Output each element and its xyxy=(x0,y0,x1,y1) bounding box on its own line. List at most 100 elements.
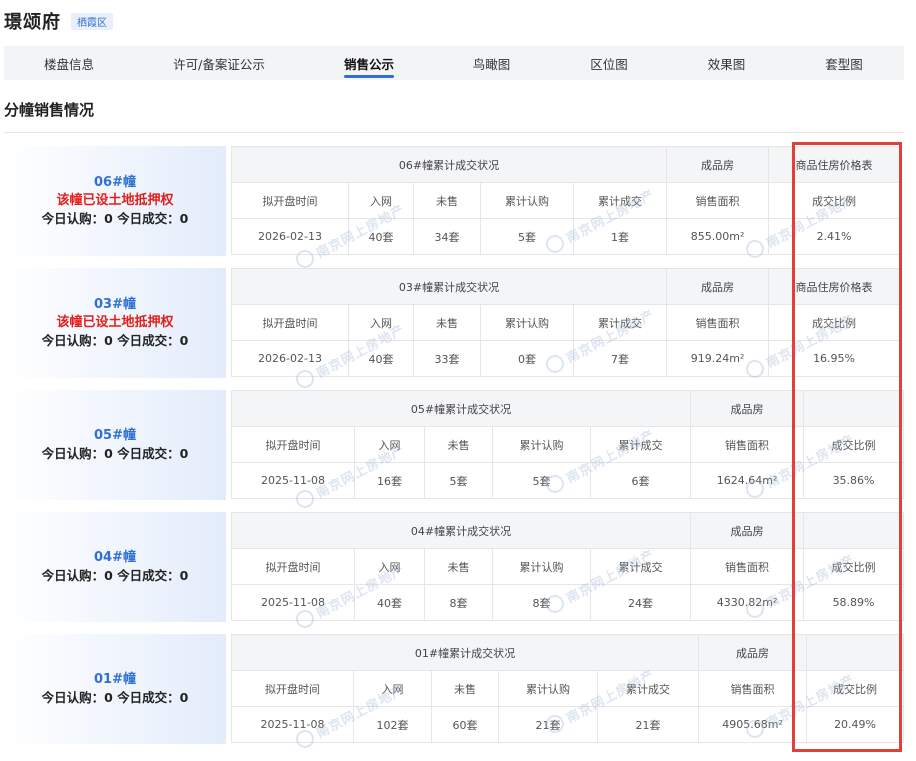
col-deals: 累计成交 xyxy=(596,670,700,707)
price-table-link[interactable]: 商品住房价格表 xyxy=(768,268,901,305)
tab-permit[interactable]: 许可/备案证公示 xyxy=(134,46,304,80)
section-title: 分幢销售情况 xyxy=(4,101,95,119)
deals-count: 24套 xyxy=(589,584,692,621)
finished-header: 成品房 xyxy=(690,390,805,427)
unsold-count: 8套 xyxy=(424,584,493,621)
price-table-link[interactable]: 商品住房价格表 xyxy=(768,146,901,183)
tab-aerial[interactable]: 鸟瞰图 xyxy=(434,46,549,80)
online-count: 40套 xyxy=(348,340,414,377)
price-table-placeholder xyxy=(803,512,905,549)
sales-table: 04#幢累计成交状况 成品房 拟开盘时间 入网 未售 累计认购 累计成交 销售面… xyxy=(230,512,905,621)
unsold-count: 33套 xyxy=(413,340,481,377)
sales-area: 855.00m² xyxy=(666,218,770,255)
sales-table: 01#幢累计成交状况 成品房 拟开盘时间 入网 未售 累计认购 累计成交 销售面… xyxy=(230,634,905,743)
open-time: 2025-11-08 xyxy=(231,584,355,621)
col-deals: 累计成交 xyxy=(572,304,668,341)
col-ratio: 成交比例 xyxy=(806,670,905,707)
mortgage-notice: 该幢已设土地抵押权 xyxy=(56,315,174,330)
project-header: 璟颂府 栖霞区 xyxy=(4,8,113,34)
building-card: 01#幢 今日认购：0 今日成交：0 xyxy=(4,634,226,744)
building-card: 06#幢 该幢已设土地抵押权 今日认购：0 今日成交：0 xyxy=(4,146,226,256)
col-open-time: 拟开盘时间 xyxy=(231,182,349,219)
summary-header: 05#幢累计成交状况 xyxy=(230,390,692,427)
sales-table: 06#幢累计成交状况 成品房 商品住房价格表 拟开盘时间 入网 未售 累计认购 … xyxy=(230,146,901,255)
district-badge[interactable]: 栖霞区 xyxy=(71,12,113,30)
table-row: 2026-02-13 40套 34套 5套 1套 855.00m² 2.41% xyxy=(231,218,901,255)
col-ratio: 成交比例 xyxy=(768,304,901,341)
tab-rendering[interactable]: 效果图 xyxy=(669,46,784,80)
col-deals: 累计成交 xyxy=(572,182,668,219)
table-row: 2026-02-13 40套 33套 0套 7套 919.24m² 16.95% xyxy=(231,340,901,377)
col-subscribed: 累计认购 xyxy=(492,548,591,585)
col-subscribed: 累计认购 xyxy=(492,426,591,463)
project-title: 璟颂府 xyxy=(4,12,61,33)
price-table-placeholder xyxy=(806,634,905,671)
col-area: 销售面积 xyxy=(690,548,805,585)
summary-header: 03#幢累计成交状况 xyxy=(230,268,668,305)
sales-table: 05#幢累计成交状况 成品房 拟开盘时间 入网 未售 累计认购 累计成交 销售面… xyxy=(230,390,905,499)
col-online: 入网 xyxy=(353,670,432,707)
building-card: 03#幢 该幢已设土地抵押权 今日认购：0 今日成交：0 xyxy=(4,268,226,378)
col-online: 入网 xyxy=(348,304,414,341)
building-name[interactable]: 03#幢 xyxy=(94,296,136,314)
col-deals: 累计成交 xyxy=(589,426,692,463)
tab-sales[interactable]: 销售公示 xyxy=(304,46,434,80)
open-time: 2026-02-13 xyxy=(231,218,349,255)
tab-building-info[interactable]: 楼盘信息 xyxy=(4,46,134,80)
sales-area: 1624.64m² xyxy=(690,462,805,499)
today-stats: 今日认购：0 今日成交：0 xyxy=(41,568,189,583)
col-online: 入网 xyxy=(354,548,425,585)
tab-floorplan[interactable]: 套型图 xyxy=(784,46,904,80)
today-stats: 今日认购：0 今日成交：0 xyxy=(41,211,189,226)
building-card: 04#幢 今日认购：0 今日成交：0 xyxy=(4,512,226,622)
col-unsold: 未售 xyxy=(424,548,493,585)
deal-ratio: 20.49% xyxy=(806,706,905,743)
open-time: 2025-11-08 xyxy=(231,462,355,499)
today-stats: 今日认购：0 今日成交：0 xyxy=(41,446,189,461)
summary-header: 01#幢累计成交状况 xyxy=(230,634,700,671)
col-open-time: 拟开盘时间 xyxy=(231,304,349,341)
subscribed-count: 8套 xyxy=(492,584,591,621)
col-subscribed: 累计认购 xyxy=(480,304,574,341)
col-area: 销售面积 xyxy=(698,670,808,707)
col-ratio: 成交比例 xyxy=(768,182,901,219)
price-table-placeholder xyxy=(803,390,905,427)
col-unsold: 未售 xyxy=(424,426,493,463)
col-unsold: 未售 xyxy=(431,670,499,707)
building-name[interactable]: 01#幢 xyxy=(94,671,136,689)
building-name[interactable]: 04#幢 xyxy=(94,549,136,567)
open-time: 2025-11-08 xyxy=(231,706,354,743)
col-unsold: 未售 xyxy=(413,304,481,341)
subscribed-count: 21套 xyxy=(498,706,598,743)
col-area: 销售面积 xyxy=(690,426,805,463)
deals-count: 6套 xyxy=(589,462,692,499)
unsold-count: 5套 xyxy=(424,462,493,499)
col-area: 销售面积 xyxy=(666,304,770,341)
col-open-time: 拟开盘时间 xyxy=(231,670,354,707)
finished-header: 成品房 xyxy=(666,268,770,305)
today-stats: 今日认购：0 今日成交：0 xyxy=(41,333,189,348)
tab-location[interactable]: 区位图 xyxy=(549,46,669,80)
col-open-time: 拟开盘时间 xyxy=(231,426,355,463)
unsold-count: 34套 xyxy=(413,218,481,255)
summary-header: 04#幢累计成交状况 xyxy=(230,512,692,549)
today-stats: 今日认购：0 今日成交：0 xyxy=(41,690,189,705)
finished-header: 成品房 xyxy=(690,512,805,549)
online-count: 40套 xyxy=(348,218,414,255)
online-count: 40套 xyxy=(354,584,425,621)
col-unsold: 未售 xyxy=(413,182,481,219)
section-divider xyxy=(4,132,904,133)
deals-count: 1套 xyxy=(572,218,668,255)
col-online: 入网 xyxy=(348,182,414,219)
sales-area: 919.24m² xyxy=(666,340,770,377)
col-deals: 累计成交 xyxy=(589,548,692,585)
sales-table: 03#幢累计成交状况 成品房 商品住房价格表 拟开盘时间 入网 未售 累计认购 … xyxy=(230,268,901,377)
sales-area: 4905.68m² xyxy=(698,706,808,743)
building-name[interactable]: 05#幢 xyxy=(94,427,136,445)
sales-area: 4330.82m² xyxy=(690,584,805,621)
finished-header: 成品房 xyxy=(666,146,770,183)
online-count: 102套 xyxy=(353,706,432,743)
deals-count: 21套 xyxy=(596,706,700,743)
building-name[interactable]: 06#幢 xyxy=(94,174,136,192)
open-time: 2026-02-13 xyxy=(231,340,349,377)
